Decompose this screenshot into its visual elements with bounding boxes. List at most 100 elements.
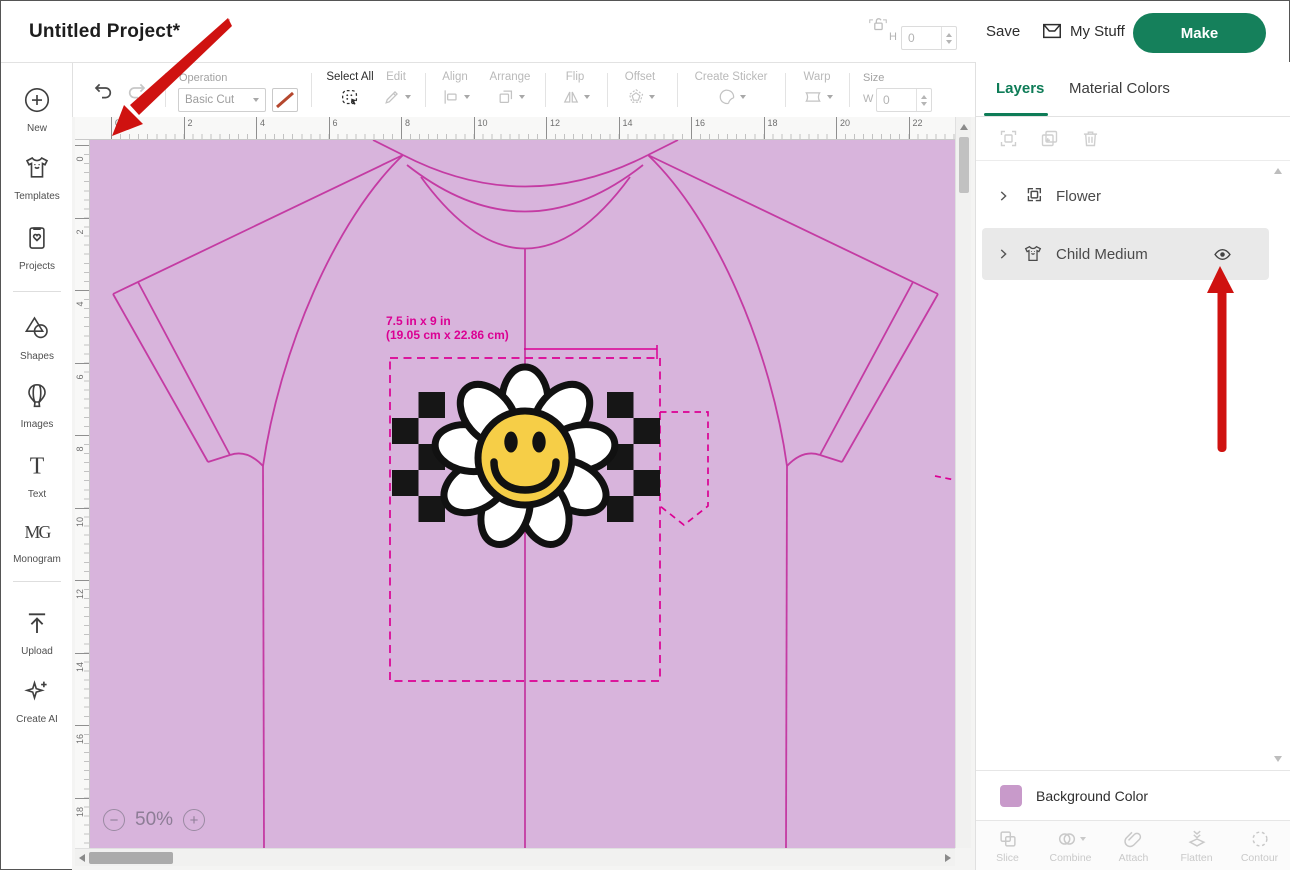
make-button[interactable]: Make xyxy=(1133,13,1266,53)
slice-button[interactable]: Slice xyxy=(976,821,1039,870)
align-menu-button[interactable]: Align xyxy=(429,71,481,107)
sidebar-item-create-ai[interactable]: Create AI xyxy=(1,676,73,727)
sidebar-label: Create AI xyxy=(16,714,58,725)
sidebar-item-monogram[interactable]: MG Monogram xyxy=(1,516,73,567)
redo-button[interactable] xyxy=(125,79,149,103)
sidebar-item-projects[interactable]: Projects xyxy=(1,223,73,274)
scroll-up-icon[interactable] xyxy=(960,124,968,130)
attach-button[interactable]: Attach xyxy=(1102,821,1165,870)
unlock-icon xyxy=(867,13,889,35)
undo-icon xyxy=(91,79,115,103)
chevron-down-icon xyxy=(253,98,259,102)
combine-button[interactable]: Combine xyxy=(1039,821,1102,870)
flower-design[interactable] xyxy=(392,367,660,551)
my-stuff-button[interactable]: My Stuff xyxy=(1041,20,1125,42)
shapes-icon xyxy=(22,313,52,343)
canvas-artwork: 7.5 in x 9 in (19.05 cm x 22.86 cm) xyxy=(90,140,955,848)
background-color-swatch[interactable] xyxy=(1000,785,1022,807)
group-button[interactable] xyxy=(998,128,1019,149)
sidebar-label: Monogram xyxy=(13,554,61,565)
tshirt-layer-icon xyxy=(1022,243,1044,265)
sidebar-label: Upload xyxy=(21,646,53,657)
save-button[interactable]: Save xyxy=(986,23,1020,40)
width-input[interactable]: 0 xyxy=(876,88,932,112)
sidebar-item-images[interactable]: Images xyxy=(1,381,73,432)
header: Untitled Project* Save My Stuff Make xyxy=(1,1,1290,63)
create-ai-sparkle-icon xyxy=(22,676,52,706)
width-label: W xyxy=(863,93,873,105)
chevron-down-icon xyxy=(1080,837,1086,841)
delete-button[interactable] xyxy=(1080,128,1101,149)
size-lock-button[interactable] xyxy=(867,13,889,35)
vertical-scroll-thumb[interactable] xyxy=(959,137,969,193)
zoom-out-button[interactable]: − xyxy=(103,809,125,831)
layer-actions-bar: Slice Combine Attach Flatten Contour xyxy=(976,820,1290,870)
operation-label: Operation xyxy=(179,72,227,84)
toolbar-divider xyxy=(785,73,786,107)
zoom-level: 50% xyxy=(135,809,173,831)
chevron-down-icon xyxy=(405,95,411,99)
panel-scroll-up-icon[interactable] xyxy=(1274,168,1282,174)
sidebar-label: Projects xyxy=(19,261,55,272)
offset-menu-button[interactable]: Offset xyxy=(613,71,667,107)
sidebar-item-upload[interactable]: Upload xyxy=(1,608,73,659)
layer-row-flower[interactable]: Flower xyxy=(982,170,1269,222)
sidebar-divider xyxy=(13,581,61,582)
project-title[interactable]: Untitled Project* xyxy=(29,21,180,43)
layer-name: Flower xyxy=(1056,188,1101,205)
edit-toolbar: Operation Basic Cut Select All Edit Alig… xyxy=(73,63,976,118)
background-color-row[interactable]: Background Color xyxy=(976,770,1290,820)
width-value: 0 xyxy=(877,89,916,111)
edit-pencil-icon xyxy=(382,87,402,107)
warp-menu-button[interactable]: Warp xyxy=(791,71,843,107)
horizontal-scroll-thumb[interactable] xyxy=(89,852,173,864)
zoom-in-button[interactable]: + xyxy=(183,809,205,831)
eye-icon xyxy=(1212,244,1233,265)
design-canvas[interactable]: 7.5 in x 9 in (19.05 cm x 22.86 cm) xyxy=(90,140,955,848)
width-stepper[interactable] xyxy=(916,89,931,111)
scroll-left-icon[interactable] xyxy=(79,854,85,862)
tab-material-colors[interactable]: Material Colors xyxy=(1069,80,1170,97)
height-input[interactable]: 0 xyxy=(901,26,957,50)
height-stepper[interactable] xyxy=(941,27,956,49)
chevron-right-icon[interactable] xyxy=(996,189,1010,203)
panel-scroll-down-icon[interactable] xyxy=(1274,756,1282,762)
tab-layers[interactable]: Layers xyxy=(996,80,1044,97)
flatten-button[interactable]: Flatten xyxy=(1165,821,1228,870)
warp-icon xyxy=(802,87,824,107)
layer-name: Child Medium xyxy=(1056,246,1148,263)
chevron-right-icon[interactable] xyxy=(996,247,1010,261)
sidebar-item-shapes[interactable]: Shapes xyxy=(1,313,73,364)
canvas-horizontal-scrollbar[interactable] xyxy=(75,848,955,866)
duplicate-button[interactable] xyxy=(1039,128,1060,149)
offset-icon xyxy=(626,87,646,107)
operation-color-swatch[interactable] xyxy=(272,88,298,112)
sidebar-item-new[interactable]: New xyxy=(1,85,73,136)
layers-panel: Layers Material Colors Flower Child Medi… xyxy=(975,62,1290,870)
operation-dropdown[interactable]: Basic Cut xyxy=(178,88,266,112)
flip-menu-button[interactable]: Flip xyxy=(551,71,599,107)
zoom-control: − 50% + xyxy=(103,809,205,831)
arrange-icon xyxy=(496,87,516,107)
svg-text:(19.05 cm x 22.86 cm): (19.05 cm x 22.86 cm) xyxy=(386,328,509,342)
layer-row-child-medium[interactable]: Child Medium xyxy=(982,228,1269,280)
warp-label: Warp xyxy=(791,71,843,83)
action-label: Contour xyxy=(1241,852,1278,864)
flatten-icon xyxy=(1186,828,1208,850)
layer-visibility-toggle[interactable] xyxy=(1212,244,1233,265)
undo-button[interactable] xyxy=(91,79,115,103)
contour-button[interactable]: Contour xyxy=(1228,821,1290,870)
arrange-menu-button[interactable]: Arrange xyxy=(481,71,539,107)
linetype-color-icon xyxy=(273,89,297,111)
flip-icon xyxy=(561,87,581,107)
scroll-right-icon[interactable] xyxy=(945,854,951,862)
selection-dimension-label: 7.5 in x 9 in (19.05 cm x 22.86 cm) xyxy=(386,314,509,342)
chevron-down-icon xyxy=(740,95,746,99)
edit-menu-button[interactable]: Edit xyxy=(373,71,419,107)
create-sticker-menu-button[interactable]: Create Sticker xyxy=(685,71,777,107)
checkerboard-right xyxy=(607,392,660,522)
sidebar-item-text[interactable]: T Text xyxy=(1,451,73,502)
canvas-vertical-scrollbar[interactable] xyxy=(955,117,971,848)
toolbar-divider xyxy=(849,73,850,107)
sidebar-item-templates[interactable]: Templates xyxy=(1,153,73,204)
